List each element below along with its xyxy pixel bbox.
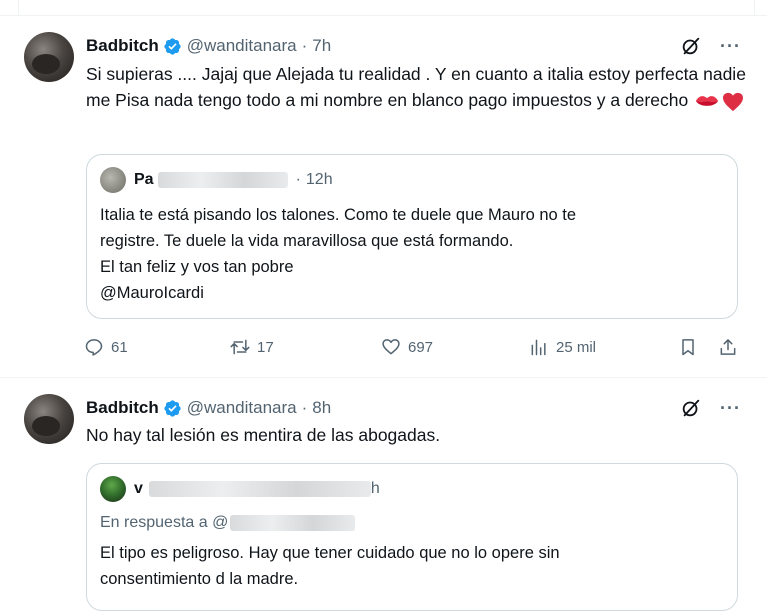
bookmark-icon: [682, 339, 694, 356]
quoted-line: Italia te está pisando los talones. Como…: [100, 206, 577, 224]
tweet-text: No hay tal lesión es mentira de las abog…: [86, 425, 441, 445]
like-count: 697: [408, 338, 434, 356]
quoted-avatar: [100, 476, 126, 502]
more-options-icon[interactable]: ···: [720, 35, 741, 57]
tweet[interactable]: Badbitch @wanditanara · 7h ··· Si supier…: [0, 17, 767, 378]
quoted-mention-link[interactable]: @MauroIcardi: [100, 280, 720, 306]
quoted-tweet[interactable]: Pa · 12h Italia te está pisando los talo…: [86, 154, 738, 319]
tweet-header: Badbitch @wanditanara · 7h: [86, 35, 331, 57]
quoted-tweet-text: Italia te está pisando los talones. Como…: [100, 202, 720, 306]
quoted-tweet[interactable]: v h En respuesta a @ El tipo es peligros…: [86, 463, 738, 611]
quoted-line: El tan feliz y vos tan pobre: [100, 258, 294, 276]
quoted-line: El tipo es peligroso. Hay que tener cuid…: [100, 544, 560, 562]
more-options-icon[interactable]: ···: [720, 397, 741, 419]
avatar[interactable]: [24, 394, 74, 444]
reply-count: 61: [111, 338, 128, 356]
quoted-timestamp: h: [370, 480, 380, 497]
quoted-author-name: v: [134, 480, 143, 497]
repost-count: 17: [257, 338, 274, 356]
tweet-text-content: Si supieras .... Jajaj que Alejada tu re…: [86, 64, 746, 110]
grok-icon[interactable]: [680, 397, 702, 419]
views-count: 25 mil: [556, 338, 597, 356]
avatar[interactable]: [24, 32, 74, 82]
repost-button[interactable]: 17: [230, 337, 274, 357]
quoted-tweet-header: v h: [100, 476, 380, 502]
share-icon: [720, 339, 736, 355]
tweet-text: Si supieras .... Jajaj que Alejada tu re…: [86, 61, 746, 113]
redacted-name: [148, 481, 371, 497]
like-button[interactable]: 697: [381, 337, 433, 357]
redacted-name: [157, 172, 288, 188]
tweet[interactable]: Badbitch @wanditanara · 8h ··· No hay ta…: [0, 379, 767, 616]
verified-badge-icon: [163, 37, 182, 56]
reply-icon: [85, 339, 103, 356]
redacted-handle: [230, 515, 356, 531]
red-heart-icon: [723, 92, 744, 112]
author-name[interactable]: Badbitch: [86, 36, 159, 56]
share-button[interactable]: [718, 337, 738, 357]
quoted-separator: ·: [295, 171, 301, 188]
quoted-avatar: [100, 167, 126, 193]
repost-icon: [230, 339, 250, 355]
separator-dot: ·: [301, 398, 308, 417]
verified-badge-icon: [163, 399, 182, 418]
quoted-timestamp: 12h: [305, 171, 333, 188]
previous-tweet-edge: [0, 0, 767, 16]
separator-dot: ·: [301, 36, 308, 55]
divider: [754, 0, 755, 16]
views-button[interactable]: 25 mil: [529, 337, 596, 357]
reply-context: En respuesta a @: [100, 514, 356, 532]
timestamp[interactable]: 8h: [312, 398, 331, 418]
quoted-tweet-text: El tipo es peligroso. Hay que tener cuid…: [100, 540, 720, 592]
quoted-tweet-header: Pa · 12h: [100, 167, 333, 193]
author-handle[interactable]: @wanditanara: [187, 36, 297, 56]
grok-icon[interactable]: [680, 35, 702, 57]
timestamp[interactable]: 7h: [312, 36, 331, 56]
reply-button[interactable]: 61: [84, 337, 128, 357]
quoted-line: consentimiento d la madre.: [100, 570, 299, 588]
tweet-actions: 61 17 697 25 mil: [84, 337, 744, 363]
author-name[interactable]: Badbitch: [86, 398, 159, 418]
quoted-line: registre. Te duele la vida maravillosa q…: [100, 232, 514, 250]
reply-context-label: En respuesta a @: [100, 514, 229, 531]
divider: [18, 0, 19, 16]
quoted-author-name: Pa: [134, 171, 154, 188]
views-chart-icon: [531, 339, 546, 356]
author-handle[interactable]: @wanditanara: [187, 398, 297, 418]
bookmark-button[interactable]: [678, 337, 698, 357]
tweet-header: Badbitch @wanditanara · 8h: [86, 397, 331, 419]
heart-icon: [382, 339, 400, 355]
kiss-mark-icon: [696, 96, 719, 106]
